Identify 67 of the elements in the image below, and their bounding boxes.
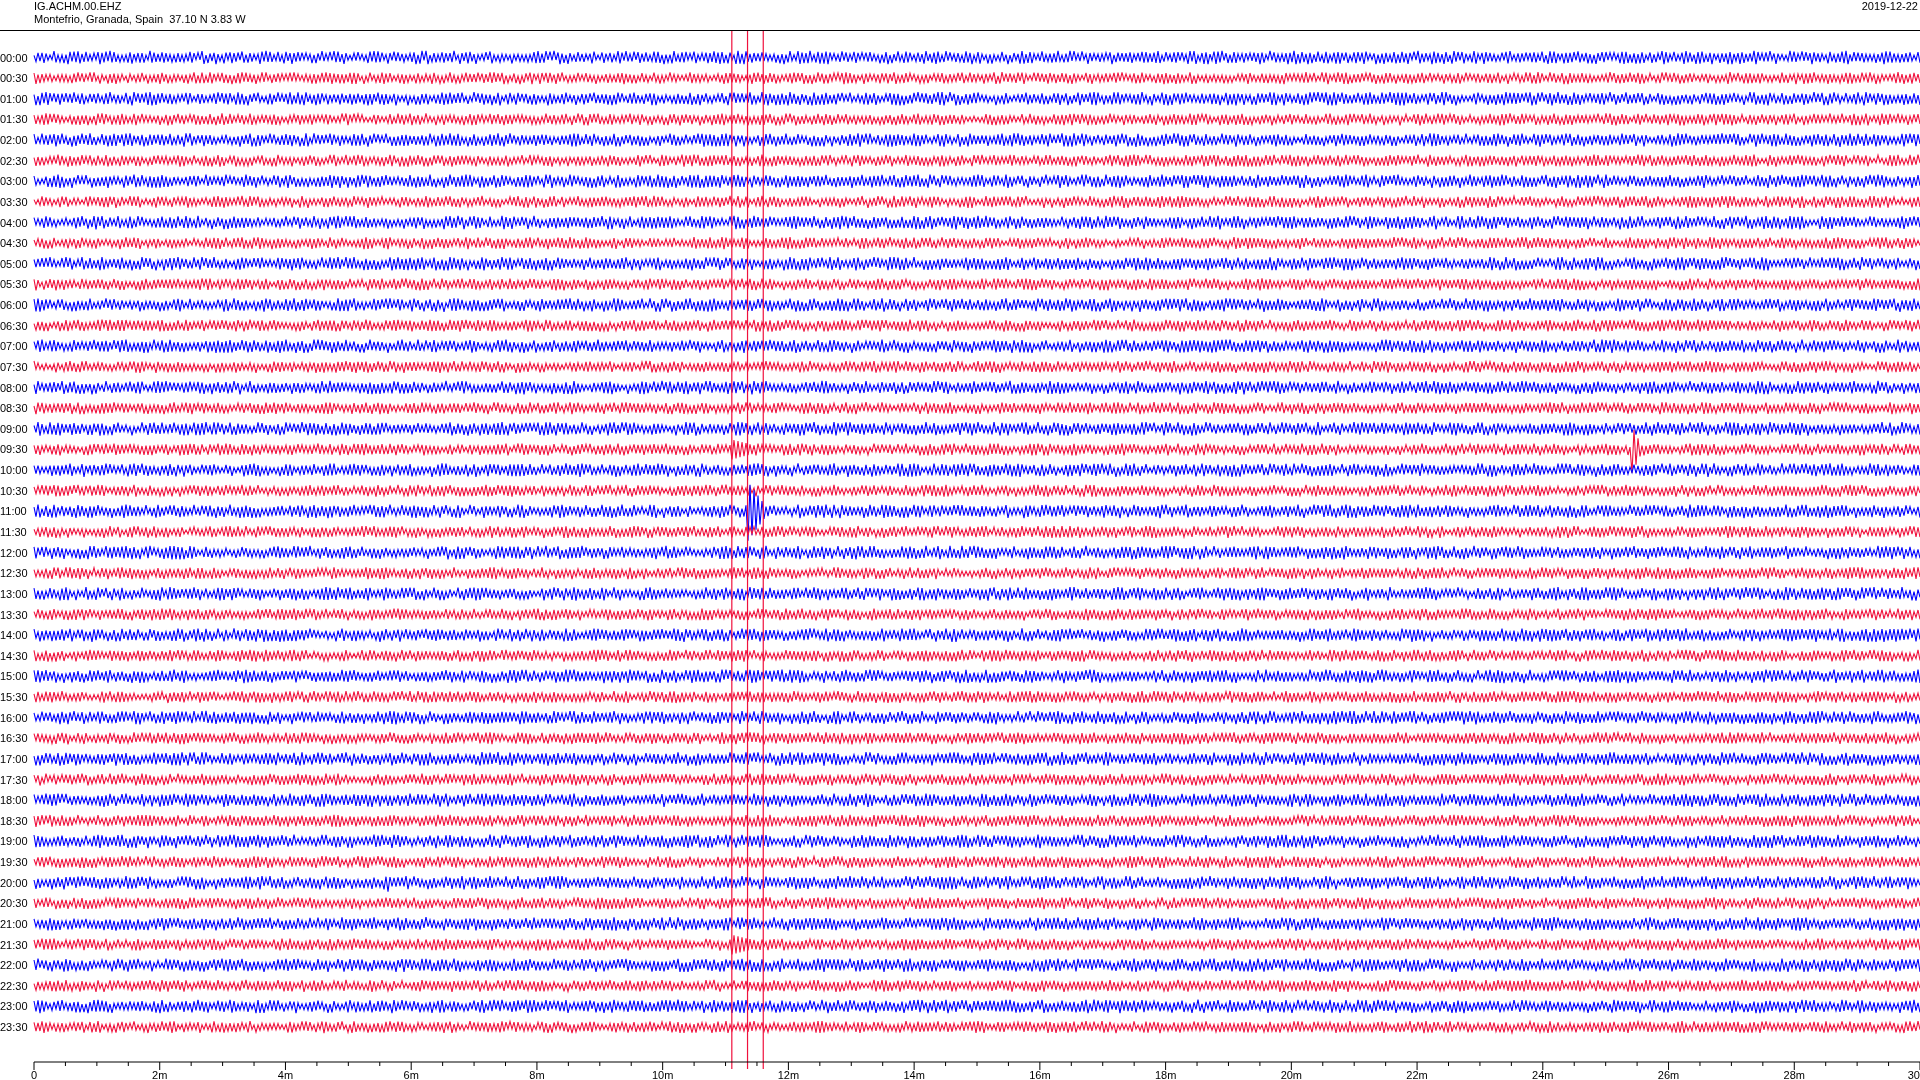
time-label: 00:00 [0,51,28,64]
time-label: 17:30 [0,773,28,786]
time-label: 10:00 [0,464,28,477]
time-label: 22:30 [0,979,28,992]
time-label: 02:30 [0,154,28,167]
time-label: 08:30 [0,402,28,415]
time-label: 00:30 [0,72,28,85]
time-label: 01:30 [0,113,28,126]
time-label: 19:00 [0,835,28,848]
time-label: 16:00 [0,711,28,724]
time-label: 17:00 [0,752,28,765]
time-label: 21:30 [0,938,28,951]
time-label: 18:30 [0,814,28,827]
time-label: 04:30 [0,237,28,250]
station-location: Montefrio, Granada, Spain 37.10 N 3.83 W [34,13,246,26]
time-label: 19:30 [0,856,28,869]
axis-label: 22m [1406,1069,1428,1080]
axis-label: 12m [777,1069,800,1080]
time-label: 20:00 [0,876,28,889]
axis-label: 24m [1532,1069,1554,1080]
axis-label: 10m [651,1069,674,1080]
time-label: 07:00 [0,340,28,353]
axis-label: 20m [1280,1069,1303,1080]
time-label: 12:00 [0,546,28,559]
date-label: 2019-12-22 [1861,0,1918,13]
axis-label: 30 [1907,1069,1920,1080]
time-label: 22:00 [0,959,28,972]
time-label: 06:00 [0,299,28,312]
station-code: IG.ACHM.00.EHZ [34,0,123,13]
time-label: 13:30 [0,608,28,621]
axis-label: 4m [277,1069,294,1080]
time-label: 21:00 [0,917,28,930]
axis-label: 28m [1783,1069,1805,1080]
time-label: 03:00 [0,175,28,188]
time-label: 01:00 [0,92,28,105]
axis-label: 18m [1154,1069,1177,1080]
axis-label: 6m [403,1069,419,1080]
time-label: 23:30 [0,1021,28,1034]
time-label: 04:00 [0,216,28,229]
time-label: 03:30 [0,195,28,208]
time-label: 07:30 [0,360,28,373]
axis-label: 26m [1657,1069,1680,1080]
time-label: 23:00 [0,1000,28,1013]
time-label: 08:00 [0,381,28,394]
time-label: 11:00 [0,505,27,518]
axis-label: 16m [1029,1069,1051,1080]
time-label: 16:30 [0,732,28,745]
time-label: 14:30 [0,649,28,662]
time-label: 18:00 [0,794,28,807]
time-label: 05:30 [0,278,28,291]
time-label: 09:30 [0,443,28,456]
axis-label: 0 [30,1069,38,1080]
time-label: 13:00 [0,587,28,600]
time-label: 09:00 [0,422,28,435]
time-label: 05:00 [0,257,28,270]
time-label: 02:00 [0,134,28,146]
time-label: 12:30 [0,567,28,580]
time-label: 15:00 [0,670,28,683]
axis-label: 14m [903,1069,925,1080]
axis-label: 2m [152,1069,168,1080]
axis-label: 8m [529,1069,545,1080]
time-label: 10:30 [0,484,28,497]
time-label: 14:00 [0,629,28,642]
time-label: 20:30 [0,897,28,910]
time-label: 15:30 [0,691,28,704]
time-label: 11:30 [0,526,27,538]
time-label: 06:30 [0,319,28,332]
